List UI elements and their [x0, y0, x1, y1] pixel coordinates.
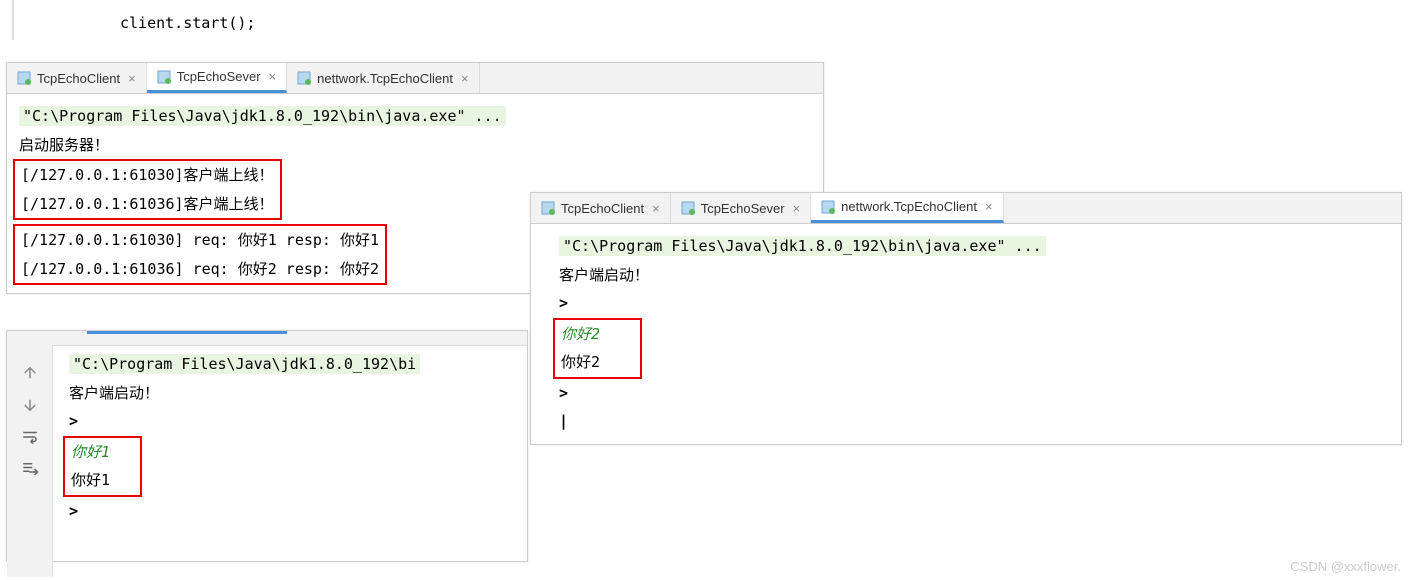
close-icon[interactable]: ×: [793, 201, 801, 216]
client1-panel: "C:\Program Files\Java\jdk1.8.0_192\bi 客…: [6, 330, 528, 562]
server-start-message: 启动服务器！: [19, 131, 811, 160]
run-icon: [681, 201, 695, 215]
run-icon: [821, 200, 835, 214]
tab-tcp-echo-client[interactable]: TcpEchoClient ×: [531, 193, 671, 223]
tab-tcp-echo-server[interactable]: TcpEchoSever ×: [147, 63, 287, 93]
client2-tab-bar: TcpEchoClient × TcpEchoSever × nettwork.…: [531, 193, 1401, 224]
req-resp-1: [/127.0.0.1:61030] req: 你好1 resp: 你好1: [21, 226, 379, 255]
prompt: >: [69, 407, 515, 436]
client2-console-output[interactable]: "C:\Program Files\Java\jdk1.8.0_192\bin\…: [531, 224, 1401, 444]
arrow-down-icon[interactable]: [18, 393, 42, 417]
prompt: >: [559, 379, 1389, 408]
close-icon[interactable]: ×: [128, 71, 136, 86]
highlight-box-connections: [/127.0.0.1:61030]客户端上线！ [/127.0.0.1:610…: [13, 159, 282, 220]
active-tab-indicator: [87, 331, 287, 334]
client1-console-output[interactable]: "C:\Program Files\Java\jdk1.8.0_192\bi 客…: [57, 346, 527, 533]
run-icon: [297, 71, 311, 85]
java-command: "C:\Program Files\Java\jdk1.8.0_192\bin\…: [559, 236, 1046, 256]
run-icon: [541, 201, 555, 215]
server-response: 你好1: [71, 466, 110, 495]
tab-nettwork-client[interactable]: nettwork.TcpEchoClient ×: [811, 193, 1003, 223]
close-icon[interactable]: ×: [269, 69, 277, 84]
client2-panel: TcpEchoClient × TcpEchoSever × nettwork.…: [530, 192, 1402, 445]
tab-nettwork-client[interactable]: nettwork.TcpEchoClient ×: [287, 63, 479, 93]
editor-margin: [12, 0, 14, 40]
tab-label: TcpEchoClient: [561, 201, 644, 216]
console-gutter: [7, 345, 53, 577]
server-tab-bar: TcpEchoClient × TcpEchoSever × nettwork.…: [7, 63, 823, 94]
user-input: 你好2: [561, 320, 600, 349]
client-start-message: 客户端启动！: [69, 379, 515, 408]
close-icon[interactable]: ×: [985, 199, 993, 214]
tab-label: nettwork.TcpEchoClient: [841, 199, 977, 214]
server-response: 你好2: [561, 348, 600, 377]
arrow-up-icon[interactable]: [18, 361, 42, 385]
editor-code-line: client.start();: [120, 14, 255, 32]
highlight-box-io: 你好1 你好1: [63, 436, 142, 497]
run-icon: [17, 71, 31, 85]
watermark: CSDN @xxxflower.: [1290, 559, 1401, 574]
client1-header-strip: [7, 331, 527, 346]
client-start-message: 客户端启动！: [559, 261, 1389, 290]
java-command: "C:\Program Files\Java\jdk1.8.0_192\bi: [69, 354, 420, 374]
scroll-to-end-icon[interactable]: [18, 457, 42, 481]
close-icon[interactable]: ×: [461, 71, 469, 86]
prompt: >: [559, 289, 1389, 318]
run-icon: [157, 70, 171, 84]
highlight-box-io: 你好2 你好2: [553, 318, 642, 379]
tab-label: TcpEchoSever: [177, 69, 261, 84]
client-online-1: [/127.0.0.1:61030]客户端上线！: [15, 161, 274, 190]
tab-label: nettwork.TcpEchoClient: [317, 71, 453, 86]
close-icon[interactable]: ×: [652, 201, 660, 216]
client-online-2: [/127.0.0.1:61036]客户端上线！: [15, 190, 274, 219]
tab-label: TcpEchoSever: [701, 201, 785, 216]
tab-label: TcpEchoClient: [37, 71, 120, 86]
soft-wrap-icon[interactable]: [18, 425, 42, 449]
highlight-box-requests: [/127.0.0.1:61030] req: 你好1 resp: 你好1 [/…: [13, 224, 387, 285]
java-command: "C:\Program Files\Java\jdk1.8.0_192\bin\…: [19, 106, 506, 126]
cursor: |: [559, 407, 1389, 436]
tab-tcp-echo-server[interactable]: TcpEchoSever ×: [671, 193, 811, 223]
req-resp-2: [/127.0.0.1:61036] req: 你好2 resp: 你好2: [21, 255, 379, 284]
tab-tcp-echo-client[interactable]: TcpEchoClient ×: [7, 63, 147, 93]
prompt: >: [69, 497, 515, 526]
user-input: 你好1: [71, 438, 110, 467]
